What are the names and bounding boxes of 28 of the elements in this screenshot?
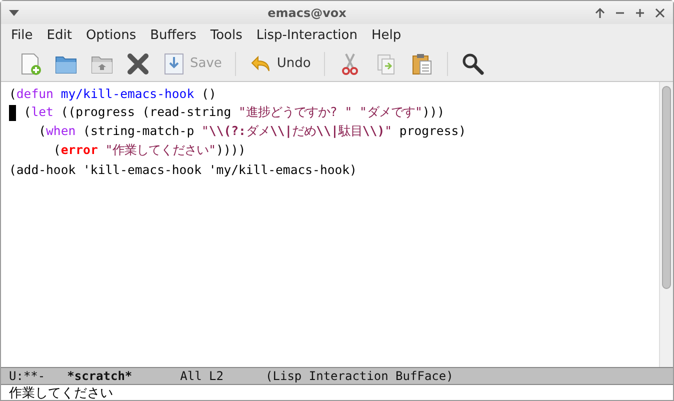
buffer-name: *scratch* — [67, 369, 132, 383]
menu-item[interactable]: Buffers — [144, 26, 202, 44]
code-line: (defun my/kill-emacs-hook () — [9, 86, 216, 100]
arrow-up-icon[interactable] — [595, 8, 605, 18]
menu-item[interactable]: Tools — [204, 26, 248, 44]
buffer-status: U:**- — [9, 369, 46, 383]
undo-button[interactable]: Undo — [246, 48, 314, 78]
menu-item[interactable]: Options — [80, 26, 142, 44]
maximize-icon[interactable] — [635, 8, 645, 18]
menu-item[interactable]: Lisp-Interaction — [250, 26, 364, 44]
search-icon — [460, 52, 485, 76]
major-mode: (Lisp Interaction BufFace) — [266, 369, 454, 383]
scrollbar[interactable] — [659, 82, 673, 367]
code-line: (when (string-match-p "\\(?:ダメ\\|だめ\\|駄目\\)" progress) — [38, 123, 466, 140]
menu-item[interactable]: Help — [366, 26, 408, 44]
window-title: emacs@vox — [266, 6, 348, 20]
close-icon[interactable] — [655, 8, 665, 18]
menu-item[interactable]: Edit — [40, 26, 78, 44]
code-line: (add-hook 'kill-emacs-hook 'my/kill-emacs-hook) — [9, 162, 357, 176]
window-menu-icon[interactable] — [9, 10, 19, 16]
scrollbar-thumb[interactable] — [662, 86, 671, 289]
code-line: (let ((progress (read-string "進捗どうですか? " "ダメです"))) — [22, 104, 445, 121]
buffer-position: All L2 — [180, 369, 224, 383]
code-line: (error "作業してください")))) — [52, 142, 246, 159]
close-icon — [126, 52, 150, 76]
echo-message: 作業してください — [9, 384, 113, 401]
menu-item[interactable]: File — [5, 26, 39, 44]
clipboard-icon — [410, 52, 434, 76]
